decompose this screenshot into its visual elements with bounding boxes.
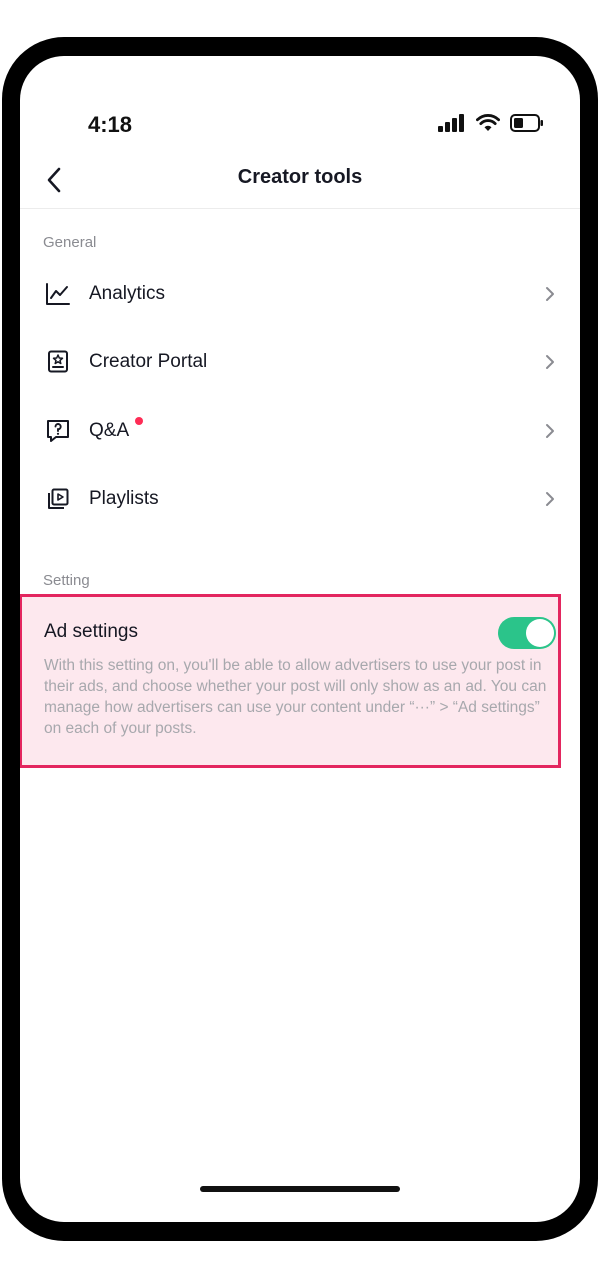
menu-item-playlists[interactable]: Playlists — [20, 471, 580, 527]
ad-settings-description: With this setting on, you'll be able to … — [44, 657, 547, 737]
creator-portal-icon — [44, 348, 72, 376]
chevron-right-icon — [542, 489, 558, 509]
ad-settings-toggle[interactable] — [498, 617, 556, 649]
toggle-knob — [526, 619, 554, 647]
chevron-right-icon — [542, 421, 558, 441]
menu-item-label: Creator Portal — [89, 351, 208, 372]
notification-badge-dot — [135, 417, 143, 425]
screen: 4:18 Creator tools General Analytics Cre… — [20, 56, 580, 1222]
nav-bar: Creator tools — [20, 156, 580, 209]
status-icons — [438, 114, 544, 137]
section-label-general: General — [43, 234, 97, 251]
ad-settings-title: Ad settings — [44, 621, 138, 642]
home-indicator — [200, 1186, 400, 1192]
menu-item-creator-portal[interactable]: Creator Portal — [20, 334, 580, 390]
menu-item-label: Q&A — [89, 420, 130, 441]
section-label-setting: Setting — [43, 572, 90, 589]
chevron-right-icon — [542, 284, 558, 304]
menu-item-analytics[interactable]: Analytics — [20, 266, 580, 322]
ad-settings-row: Ad settings With this setting on, you'll… — [20, 594, 561, 768]
analytics-chart-icon — [44, 280, 72, 308]
qa-icon — [44, 417, 72, 445]
menu-item-label: Analytics — [89, 283, 166, 304]
menu-item-qa[interactable]: Q&A — [20, 403, 580, 459]
signal-icon — [438, 114, 466, 137]
battery-icon — [510, 114, 544, 137]
page-title: Creator tools — [237, 166, 363, 188]
wifi-icon — [476, 114, 500, 137]
playlists-icon — [44, 485, 72, 513]
chevron-right-icon — [542, 352, 558, 372]
menu-item-label: Playlists — [89, 488, 159, 509]
status-time: 4:18 — [88, 112, 133, 137]
